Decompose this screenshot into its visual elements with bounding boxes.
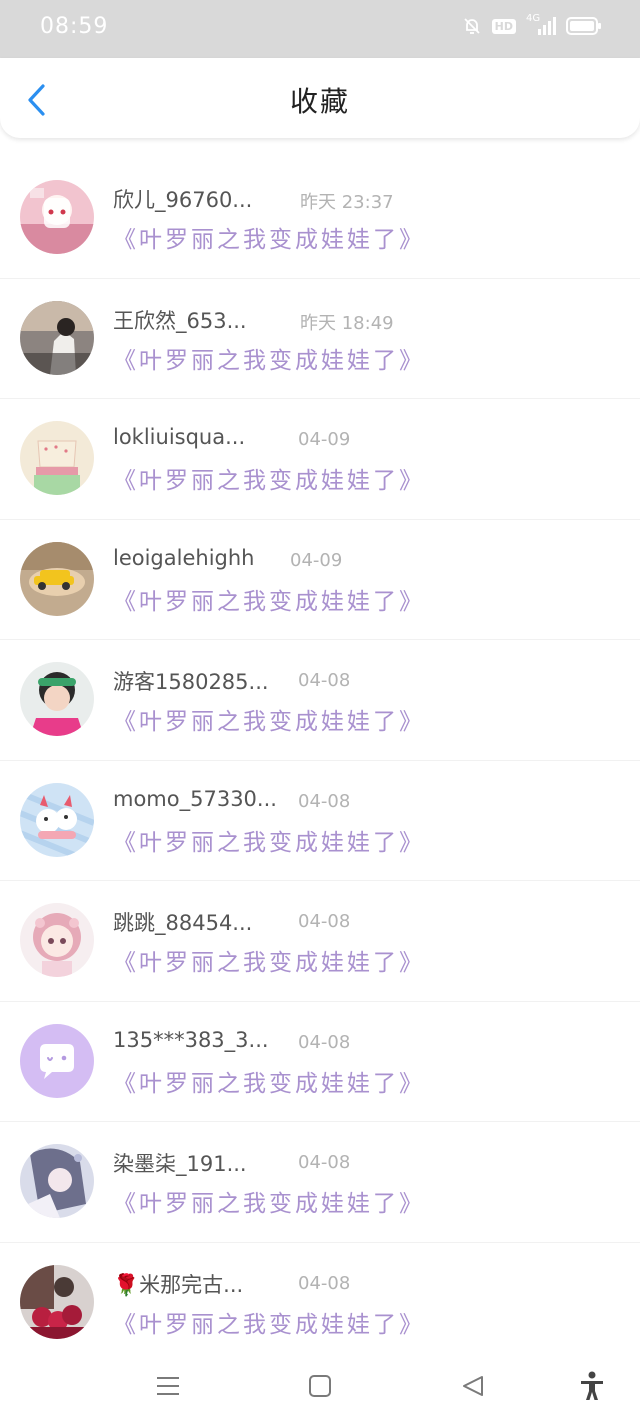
- username: momo_57330...: [113, 786, 277, 811]
- page-title: 收藏: [289, 85, 350, 118]
- work-title[interactable]: 《叶罗丽之我变成娃娃了》: [113, 943, 425, 977]
- avatar: [20, 1023, 94, 1098]
- avatar: [20, 1264, 94, 1339]
- favorite-date: 04-09: [290, 549, 343, 571]
- accessibility-icon: [581, 1371, 603, 1400]
- status-icons: HD 4G: [462, 13, 602, 36]
- favorite-date: 昨天 23:37: [300, 192, 394, 213]
- signal-icon: 4G: [526, 13, 556, 36]
- system-nav-bar: [0, 1350, 640, 1422]
- username: 跳跳_88454...: [113, 911, 253, 935]
- list-item[interactable]: 游客1580285... 04-08 《叶罗丽之我变成娃娃了》: [0, 640, 640, 761]
- back-nav-button[interactable]: [455, 1368, 491, 1404]
- work-title[interactable]: 《叶罗丽之我变成娃娃了》: [113, 1184, 425, 1218]
- username: leoigalehighh: [113, 545, 255, 570]
- avatar: [20, 1144, 94, 1218]
- work-title[interactable]: 《叶罗丽之我变成娃娃了》: [113, 582, 425, 616]
- status-bar: 08:59 HD 4G: [0, 0, 640, 58]
- avatar: [20, 421, 94, 495]
- username: 🌹米那完古...: [113, 1272, 244, 1297]
- status-time: 08:59: [40, 14, 109, 39]
- work-title[interactable]: 《叶罗丽之我变成娃娃了》: [113, 823, 425, 857]
- menu-icon: [157, 1377, 179, 1395]
- username: 欣儿_96760...: [113, 188, 253, 212]
- avatar: [20, 541, 94, 616]
- work-title[interactable]: 《叶罗丽之我变成娃娃了》: [113, 1305, 425, 1339]
- list-item[interactable]: 欣儿_96760... 昨天 23:37 《叶罗丽之我变成娃娃了》: [0, 158, 640, 279]
- favorite-date: 昨天 18:49: [300, 312, 394, 334]
- favorite-date: 04-09: [298, 429, 351, 450]
- work-title[interactable]: 《叶罗丽之我变成娃娃了》: [113, 341, 425, 375]
- favorite-date: 04-08: [298, 1031, 351, 1053]
- favorite-date: 04-08: [298, 1272, 351, 1294]
- favorites-list: 欣儿_96760... 昨天 23:37 《叶罗丽之我变成娃娃了》 王欣然_65…: [0, 158, 640, 1363]
- list-item[interactable]: 跳跳_88454... 04-08 《叶罗丽之我变成娃娃了》: [0, 881, 640, 1002]
- username: 135***383_3...: [113, 1027, 269, 1052]
- work-title[interactable]: 《叶罗丽之我变成娃娃了》: [113, 220, 425, 254]
- home-button[interactable]: [302, 1368, 338, 1404]
- username: 染墨柒_191...: [113, 1152, 247, 1176]
- favorite-date: 04-08: [298, 911, 351, 932]
- avatar: [20, 300, 94, 375]
- list-item[interactable]: leoigalehighh 04-09 《叶罗丽之我变成娃娃了》: [0, 520, 640, 640]
- home-square-icon: [309, 1375, 331, 1397]
- accessibility-button[interactable]: [574, 1368, 610, 1404]
- avatar: [20, 662, 94, 736]
- list-item[interactable]: 王欣然_653... 昨天 18:49 《叶罗丽之我变成娃娃了》: [0, 279, 640, 399]
- work-title[interactable]: 《叶罗丽之我变成娃娃了》: [113, 1064, 425, 1098]
- back-triangle-icon: [463, 1376, 483, 1396]
- app-bar: 收藏: [0, 58, 640, 138]
- menu-button[interactable]: [150, 1368, 186, 1404]
- battery-icon: [566, 17, 601, 35]
- list-item[interactable]: lokliuisqua... 04-09 《叶罗丽之我变成娃娃了》: [0, 399, 640, 520]
- hd-badge: HD: [491, 18, 516, 34]
- avatar: [20, 180, 94, 254]
- username: lokliuisqua...: [113, 425, 246, 449]
- work-title[interactable]: 《叶罗丽之我变成娃娃了》: [113, 702, 425, 736]
- list-item[interactable]: momo_57330... 04-08 《叶罗丽之我变成娃娃了》: [0, 761, 640, 881]
- username: 游客1580285...: [113, 670, 269, 694]
- list-item[interactable]: 🌹米那完古... 04-08 《叶罗丽之我变成娃娃了》: [0, 1243, 640, 1363]
- avatar: [20, 903, 94, 977]
- list-item[interactable]: 染墨柒_191... 04-08 《叶罗丽之我变成娃娃了》: [0, 1122, 640, 1243]
- work-title[interactable]: 《叶罗丽之我变成娃娃了》: [113, 461, 425, 495]
- avatar: [20, 782, 94, 857]
- favorite-date: 04-08: [298, 790, 351, 812]
- list-item[interactable]: 135***383_3... 04-08 《叶罗丽之我变成娃娃了》: [0, 1002, 640, 1122]
- favorite-date: 04-08: [298, 670, 351, 691]
- username: 王欣然_653...: [113, 308, 247, 333]
- favorite-date: 04-08: [298, 1152, 351, 1173]
- mute-bell-icon: [464, 18, 480, 34]
